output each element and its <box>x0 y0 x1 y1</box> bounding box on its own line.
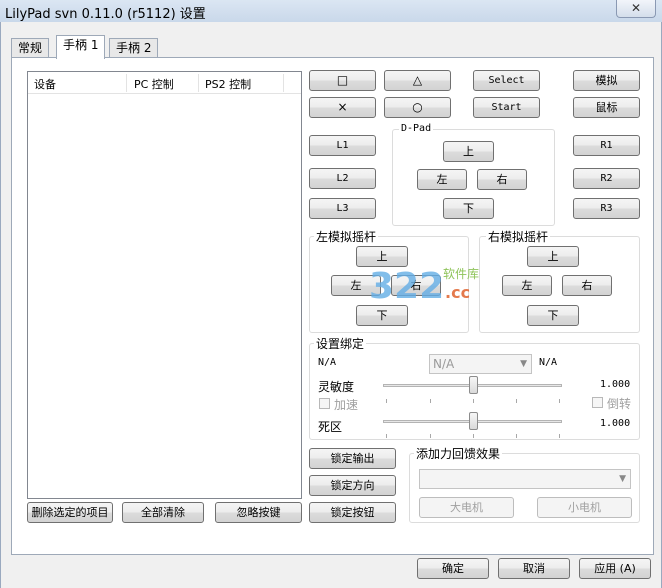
right-stick-up-button[interactable]: 上 <box>527 246 579 267</box>
list-header: 设备 PC 控制 PS2 控制 <box>28 72 301 94</box>
circle-button[interactable]: ○ <box>384 97 451 118</box>
force-feedback-combo: ▼ <box>419 469 631 489</box>
tab-pad-2[interactable]: 手柄 2 <box>109 38 159 58</box>
big-motor-button: 大电机 <box>419 497 514 518</box>
chevron-down-icon: ▼ <box>520 359 527 369</box>
close-icon: ✕ <box>630 1 642 15</box>
chevron-down-icon: ▼ <box>619 474 626 484</box>
analog-button[interactable]: 模拟 <box>573 70 640 91</box>
force-feedback-group: 添加力回馈效果 ▼ 大电机 小电机 <box>409 445 640 523</box>
ignore-key-button[interactable]: 忽略按键 <box>215 502 302 523</box>
watermark-digits: 322 <box>369 266 444 306</box>
slider-tick <box>559 399 560 403</box>
clear-all-button[interactable]: 全部清除 <box>122 502 204 523</box>
small-motor-button: 小电机 <box>537 497 632 518</box>
column-device[interactable]: 设备 <box>34 76 56 92</box>
invert-checkbox[interactable] <box>592 397 603 408</box>
watermark-domain: .cc <box>445 283 470 302</box>
right-stick-left-button[interactable]: 左 <box>502 275 552 296</box>
binding-right-value: N/A <box>539 357 558 368</box>
slider-tick <box>386 399 387 403</box>
delete-selected-button[interactable]: 删除选定的项目 <box>27 502 113 523</box>
tab-panel: 设备 PC 控制 PS2 控制 □ △ Select 模拟 × ○ Start … <box>11 57 654 555</box>
binding-left-value: N/A <box>318 357 337 368</box>
title-bar: LilyPad svn 0.11.0 (r5112) 设置 ✕ <box>0 0 662 22</box>
accel-label: 加速 <box>334 398 359 412</box>
column-separator[interactable] <box>126 74 127 92</box>
l1-button[interactable]: L1 <box>309 135 376 156</box>
slider-tick <box>473 434 474 438</box>
right-stick-group: 右模拟摇杆 上 左 右 下 <box>479 228 640 333</box>
tab-general[interactable]: 常规 <box>11 38 50 58</box>
slider-tick <box>516 434 517 438</box>
column-ps2-control[interactable]: PS2 控制 <box>205 76 251 92</box>
dpad-title: D-Pad <box>399 123 434 134</box>
slider-tick <box>430 399 431 403</box>
lock-button-button[interactable]: 锁定按钮 <box>309 502 396 523</box>
watermark-text: 软件库 <box>443 266 479 281</box>
right-stick-right-button[interactable]: 右 <box>562 275 612 296</box>
ok-button[interactable]: 确定 <box>417 558 489 579</box>
dpad-down-button[interactable]: 下 <box>443 198 494 219</box>
column-separator[interactable] <box>198 74 199 92</box>
deadzone-label: 死区 <box>318 420 343 434</box>
tab-pad-1[interactable]: 手柄 1 <box>56 35 106 59</box>
dpad-up-button[interactable]: 上 <box>443 141 494 162</box>
select-button[interactable]: Select <box>473 70 540 91</box>
r3-button[interactable]: R3 <box>573 198 640 219</box>
slider-tick <box>430 434 431 438</box>
lock-output-button[interactable]: 锁定输出 <box>309 448 396 469</box>
invert-label: 倒转 <box>607 397 632 411</box>
binding-combo-value: N/A <box>433 357 455 371</box>
right-stick-title: 右模拟摇杆 <box>486 228 551 245</box>
l3-button[interactable]: L3 <box>309 198 376 219</box>
slider-tick <box>473 399 474 403</box>
cross-button[interactable]: × <box>309 97 376 118</box>
column-separator[interactable] <box>283 74 284 92</box>
sensitivity-label: 灵敏度 <box>318 380 355 394</box>
r2-button[interactable]: R2 <box>573 168 640 189</box>
right-stick-down-button[interactable]: 下 <box>527 305 579 326</box>
window-title: LilyPad svn 0.11.0 (r5112) 设置 <box>5 7 206 22</box>
left-stick-down-button[interactable]: 下 <box>356 305 408 326</box>
column-pc-control[interactable]: PC 控制 <box>134 76 174 92</box>
mouse-button[interactable]: 鼠标 <box>573 97 640 118</box>
dpad-group: D-Pad 上 左 右 下 <box>392 123 555 226</box>
close-button[interactable]: ✕ <box>616 0 656 18</box>
device-list[interactable]: 设备 PC 控制 PS2 控制 <box>27 71 302 499</box>
apply-button[interactable]: 应用 (A) <box>579 558 651 579</box>
force-feedback-title: 添加力回馈效果 <box>414 445 503 462</box>
watermark: 322 软件库 .cc <box>369 266 479 306</box>
r1-button[interactable]: R1 <box>573 135 640 156</box>
sensitivity-value: 1.000 <box>600 379 631 390</box>
accel-checkbox[interactable] <box>319 398 330 409</box>
square-button[interactable]: □ <box>309 70 376 91</box>
dpad-right-button[interactable]: 右 <box>477 169 527 190</box>
binding-group: 设置绑定 N/A N/A ▼ N/A 灵敏度 1.000 加速 倒转 死区 1.… <box>309 335 640 440</box>
triangle-button[interactable]: △ <box>384 70 451 91</box>
binding-title: 设置绑定 <box>314 335 367 352</box>
cancel-button[interactable]: 取消 <box>498 558 570 579</box>
dialog-client: 常规 手柄 1 手柄 2 设备 PC 控制 PS2 控制 □ △ Select … <box>0 22 662 588</box>
l2-button[interactable]: L2 <box>309 168 376 189</box>
lock-direction-button[interactable]: 锁定方向 <box>309 475 396 496</box>
dpad-left-button[interactable]: 左 <box>417 169 467 190</box>
binding-combo: N/A ▼ <box>429 354 532 374</box>
slider-tick <box>386 434 387 438</box>
start-button[interactable]: Start <box>473 97 540 118</box>
slider-tick <box>559 434 560 438</box>
sensitivity-slider-thumb[interactable] <box>468 376 478 394</box>
left-stick-title: 左模拟摇杆 <box>314 228 379 245</box>
deadzone-slider-thumb[interactable] <box>468 412 478 430</box>
deadzone-value: 1.000 <box>600 418 631 429</box>
slider-tick <box>516 399 517 403</box>
